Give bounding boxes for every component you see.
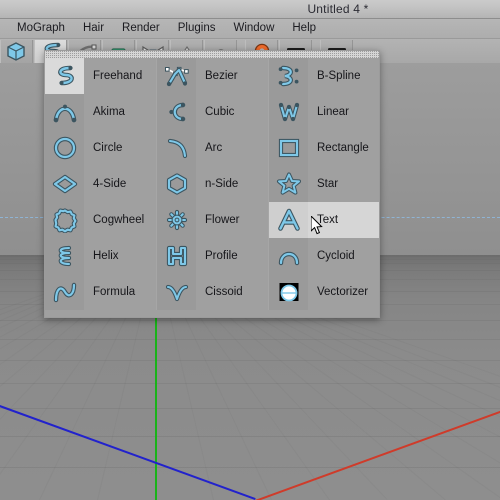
menu-bar: MoGraph Hair Render Plugins Window Help (0, 19, 500, 39)
palette-item-akima[interactable]: Akima (45, 94, 156, 130)
palette-item-label: Bezier (205, 70, 238, 82)
window-title: Untitled 4 * (307, 2, 369, 16)
palette-item-arc[interactable]: Arc (157, 130, 268, 166)
linear-spline-icon (269, 94, 308, 130)
akima-spline-icon (45, 94, 84, 130)
palette-item-label: Linear (317, 106, 349, 118)
bezier-spline-icon (157, 58, 196, 94)
palette-item-label: Helix (93, 250, 119, 262)
cube-primitive-button[interactable] (0, 39, 33, 63)
application-window: Untitled 4 * MoGraph Hair Render Plugins Win… (0, 0, 500, 500)
four-side-spline-icon (45, 166, 84, 202)
palette-item-label: Flower (205, 214, 240, 226)
palette-item-circle[interactable]: Circle (45, 130, 156, 166)
palette-item-label: Vectorizer (317, 286, 369, 298)
menu-window[interactable]: Window (224, 19, 283, 38)
palette-item-formula[interactable]: Formula (45, 274, 156, 310)
palette-item-n-side[interactable]: n-Side (157, 166, 268, 202)
rectangle-spline-icon (269, 130, 308, 166)
cube-icon (1, 40, 32, 63)
profile-spline-icon (157, 238, 196, 274)
palette-item-label: B-Spline (317, 70, 361, 82)
cissoid-spline-icon (157, 274, 196, 310)
title-bar: Untitled 4 * (0, 0, 500, 19)
menu-hair[interactable]: Hair (74, 19, 113, 38)
palette-item-flower[interactable]: Flower (157, 202, 268, 238)
spline-column-2: Bezier Cubic Arc n-Side Flower Profile Cissoid (156, 58, 268, 310)
menu-mograph[interactable]: MoGraph (8, 19, 74, 38)
cogwheel-spline-icon (45, 202, 84, 238)
spline-primitives-palette[interactable]: Freehand Akima Circle 4-Side Cogwheel Helix Fo… (44, 50, 380, 318)
palette-item-label: Cubic (205, 106, 235, 118)
star-spline-icon (269, 166, 308, 202)
palette-item-cissoid[interactable]: Cissoid (157, 274, 268, 310)
palette-item-label: Rectangle (317, 142, 369, 154)
palette-item-4-side[interactable]: 4-Side (45, 166, 156, 202)
palette-item-label: Akima (93, 106, 125, 118)
flower-spline-icon (157, 202, 196, 238)
helix-spline-icon (45, 238, 84, 274)
spline-column-1: Freehand Akima Circle 4-Side Cogwheel Helix Fo… (45, 58, 156, 310)
palette-item-text[interactable]: Text (269, 202, 379, 238)
n-side-spline-icon (157, 166, 196, 202)
palette-item-label: Profile (205, 250, 238, 262)
palette-item-label: Arc (205, 142, 223, 154)
palette-item-label: Freehand (93, 70, 143, 82)
menu-plugins[interactable]: Plugins (169, 19, 225, 38)
menu-render[interactable]: Render (113, 19, 169, 38)
vectorizer-icon (269, 274, 308, 310)
freehand-spline-icon (45, 58, 84, 94)
palette-item-label: 4-Side (93, 178, 127, 190)
palette-item-label: Text (317, 214, 339, 226)
palette-item-label: Star (317, 178, 339, 190)
palette-item-linear[interactable]: Linear (269, 94, 379, 130)
palette-item-b-spline[interactable]: B-Spline (269, 58, 379, 94)
palette-item-star[interactable]: Star (269, 166, 379, 202)
cycloid-spline-icon (269, 238, 308, 274)
palette-item-bezier[interactable]: Bezier (157, 58, 268, 94)
palette-item-cogwheel[interactable]: Cogwheel (45, 202, 156, 238)
palette-item-label: Cogwheel (93, 214, 145, 226)
palette-item-helix[interactable]: Helix (45, 238, 156, 274)
circle-spline-icon (45, 130, 84, 166)
formula-spline-icon (45, 274, 84, 310)
arc-spline-icon (157, 130, 196, 166)
b-spline-icon (269, 58, 308, 94)
spline-column-3: B-Spline Linear Rectangle Star Text Cycloid Ve… (268, 58, 379, 310)
menu-help[interactable]: Help (283, 19, 325, 38)
palette-item-label: Cycloid (317, 250, 355, 262)
palette-item-rectangle[interactable]: Rectangle (269, 130, 379, 166)
palette-item-freehand[interactable]: Freehand (45, 58, 156, 94)
text-spline-icon (269, 202, 308, 238)
palette-item-vectorizer[interactable]: Vectorizer (269, 274, 379, 310)
palette-item-cubic[interactable]: Cubic (157, 94, 268, 130)
palette-item-label: Formula (93, 286, 136, 298)
cubic-spline-icon (157, 94, 196, 130)
palette-item-profile[interactable]: Profile (157, 238, 268, 274)
palette-item-label: Cissoid (205, 286, 243, 298)
palette-item-cycloid[interactable]: Cycloid (269, 238, 379, 274)
palette-item-label: n-Side (205, 178, 239, 190)
palette-item-label: Circle (93, 142, 123, 154)
